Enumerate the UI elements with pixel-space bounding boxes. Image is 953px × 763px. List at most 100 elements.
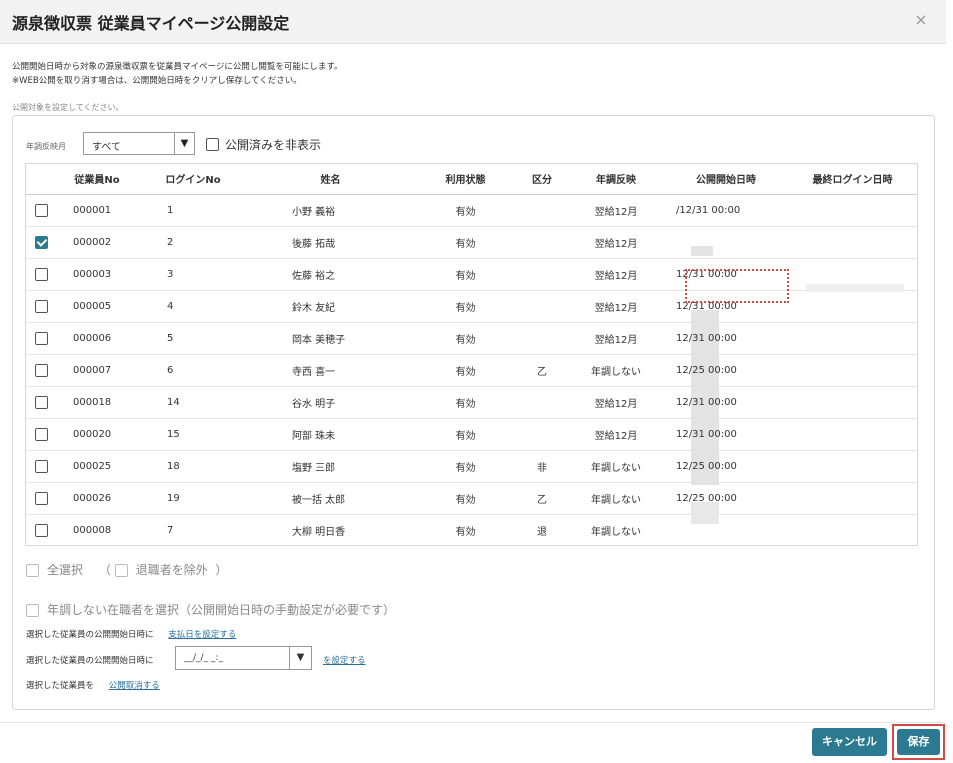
dialog-header: 源泉徴収票 従業員マイページ公開設定 × — [0, 0, 946, 44]
row-checkbox[interactable] — [34, 299, 48, 313]
column-header: 従業員No — [56, 164, 138, 195]
login-no: 7 — [138, 514, 248, 545]
row-select-cell[interactable] — [26, 482, 56, 515]
employee-name: 大柳 明日香 — [248, 514, 413, 545]
table-row[interactable]: 000025 18 塩野 三郎 有効非年調しない 12/25 00:00 — [26, 450, 917, 483]
row-checkbox[interactable] — [34, 395, 48, 409]
usage-status: 有効 — [413, 354, 518, 387]
nencho-reflect: 翌給12月 — [566, 322, 666, 355]
publish-start-text: 12/25 00:00 — [676, 364, 737, 376]
last-login — [786, 290, 917, 323]
category: 退 — [518, 514, 566, 545]
hide-public-checkbox[interactable] — [206, 138, 219, 151]
table-row[interactable]: 000001 1 小野 義裕 有効 翌給12月/12/31 00:00 — [26, 194, 917, 227]
cancel-publish-link[interactable]: 公開取消する — [109, 681, 160, 691]
row-select-cell[interactable] — [26, 354, 56, 387]
nencho-reflect: 翌給12月 — [566, 386, 666, 419]
nencho-reflect: 翌給12月 — [566, 290, 666, 323]
publish-start-text: 12/31 00:00 — [676, 332, 737, 344]
publish-start: /12/31 00:00 — [666, 194, 786, 227]
publish-start-text: 12/31 00:00 — [676, 428, 737, 440]
set-date-row-label: 選択した従業員の公開開始日時に — [26, 656, 154, 666]
select-all-checkbox[interactable] — [26, 564, 39, 577]
start-datetime-select[interactable]: __/_/_ _:_ ▼ — [175, 646, 312, 670]
table-row[interactable]: 000008 7 大柳 明日香 有効退年調しない — [26, 514, 917, 545]
employee-name: 鈴木 友紀 — [248, 290, 413, 323]
column-header: 年調反映 — [566, 164, 666, 195]
set-payday-link[interactable]: 支払日を設定する — [168, 630, 236, 640]
last-login — [786, 450, 917, 483]
table-row[interactable]: 000006 5 岡本 美穂子 有効 翌給12月 12/31 00:00 — [26, 322, 917, 355]
hide-public-option[interactable]: 公開済みを非表示 — [206, 136, 321, 153]
chevron-down-icon[interactable]: ▼ — [289, 647, 311, 669]
publish-start: 12/25 00:00 — [666, 450, 786, 483]
row-checkbox[interactable] — [34, 203, 48, 217]
employee-no: 000001 — [56, 194, 138, 227]
select-non-nencho-option[interactable]: 年調しない在職者を選択（公開開始日時の手動設定が必要です） — [26, 601, 395, 618]
employee-name: 岡本 美穂子 — [248, 322, 413, 355]
usage-status: 有効 — [413, 226, 518, 259]
set-payday-row: 選択した従業員の公開開始日時に 支払日を設定する — [26, 628, 236, 640]
select-all-label: 全選択 — [47, 563, 84, 577]
row-select-cell[interactable] — [26, 386, 56, 419]
row-select-cell[interactable] — [26, 450, 56, 483]
employee-no: 000008 — [56, 514, 138, 545]
row-checkbox[interactable] — [34, 363, 48, 377]
usage-status: 有効 — [413, 482, 518, 515]
last-login — [786, 418, 917, 451]
set-date-link[interactable]: を設定する — [323, 654, 366, 666]
row-checkbox[interactable] — [34, 491, 48, 505]
login-no: 1 — [138, 194, 248, 227]
last-login — [786, 482, 917, 515]
cancel-publish-text: 選択した従業員を — [26, 681, 95, 691]
row-checkbox[interactable] — [34, 459, 48, 473]
login-no: 4 — [138, 290, 248, 323]
category: 乙 — [518, 354, 566, 387]
close-icon[interactable]: × — [910, 9, 932, 31]
table-row[interactable]: 000007 6 寺西 喜一 有効乙年調しない 12/25 00:00 — [26, 354, 917, 387]
row-checkbox[interactable] — [34, 331, 48, 345]
category: 非 — [518, 450, 566, 483]
cancel-button[interactable]: キャンセル — [812, 728, 887, 756]
row-select-cell[interactable] — [26, 194, 56, 227]
exclude-retired-checkbox[interactable] — [114, 564, 128, 577]
row-select-cell[interactable] — [26, 418, 56, 451]
publish-start — [666, 514, 786, 545]
table-row[interactable]: 000018 14 谷水 明子 有効 翌給12月 12/31 00:00 — [26, 386, 917, 419]
usage-status: 有効 — [413, 258, 518, 291]
row-checkbox[interactable] — [34, 523, 48, 537]
table-row[interactable]: 000026 19 被一括 太郎 有効乙年調しない 12/25 00:00 — [26, 482, 917, 515]
select-non-nencho-checkbox[interactable] — [26, 604, 39, 617]
publish-start: 12/31 00:00 — [666, 322, 786, 355]
last-login — [786, 386, 917, 419]
employee-no: 000003 — [56, 258, 138, 291]
footer-divider — [0, 722, 946, 723]
employee-table: 従業員No ログインNo 姓名 利用状態 区分 年調反映 公開開始日時 最終ログイン日時 00… — [25, 163, 918, 546]
table-row[interactable]: 000020 15 阿部 珠未 有効 翌給12月 12/31 00:00 — [26, 418, 917, 451]
login-no: 5 — [138, 322, 248, 355]
row-checkbox[interactable] — [34, 235, 48, 249]
row-select-cell[interactable] — [26, 322, 56, 355]
table-row[interactable]: 000002 2 後藤 拓哉 有効 翌給12月 — [26, 226, 917, 259]
exclude-retired-label: 退職者を除外 — [135, 563, 208, 577]
filter-label: 年調反映月 — [26, 142, 66, 151]
save-button[interactable]: 保存 — [897, 729, 940, 755]
row-checkbox[interactable] — [34, 427, 48, 441]
employee-no: 000007 — [56, 354, 138, 387]
category — [518, 322, 566, 355]
row-checkbox[interactable] — [34, 267, 48, 281]
year-month-select[interactable]: すべて ▼ — [83, 132, 195, 155]
row-select-cell[interactable] — [26, 258, 56, 291]
nencho-reflect: 年調しない — [566, 482, 666, 515]
select-all-option[interactable]: 全選択 （ 退職者を除外 ） — [26, 561, 228, 578]
redacted-area — [691, 502, 719, 524]
row-select-cell[interactable] — [26, 290, 56, 323]
cancel-publish-row: 選択した従業員を 公開取消する — [26, 679, 160, 691]
hide-public-label: 公開済みを非表示 — [225, 138, 322, 152]
chevron-down-icon[interactable]: ▼ — [174, 133, 194, 154]
publish-start — [666, 226, 786, 259]
row-select-cell[interactable] — [26, 514, 56, 545]
row-select-cell[interactable] — [26, 226, 56, 259]
category — [518, 386, 566, 419]
usage-status: 有効 — [413, 450, 518, 483]
